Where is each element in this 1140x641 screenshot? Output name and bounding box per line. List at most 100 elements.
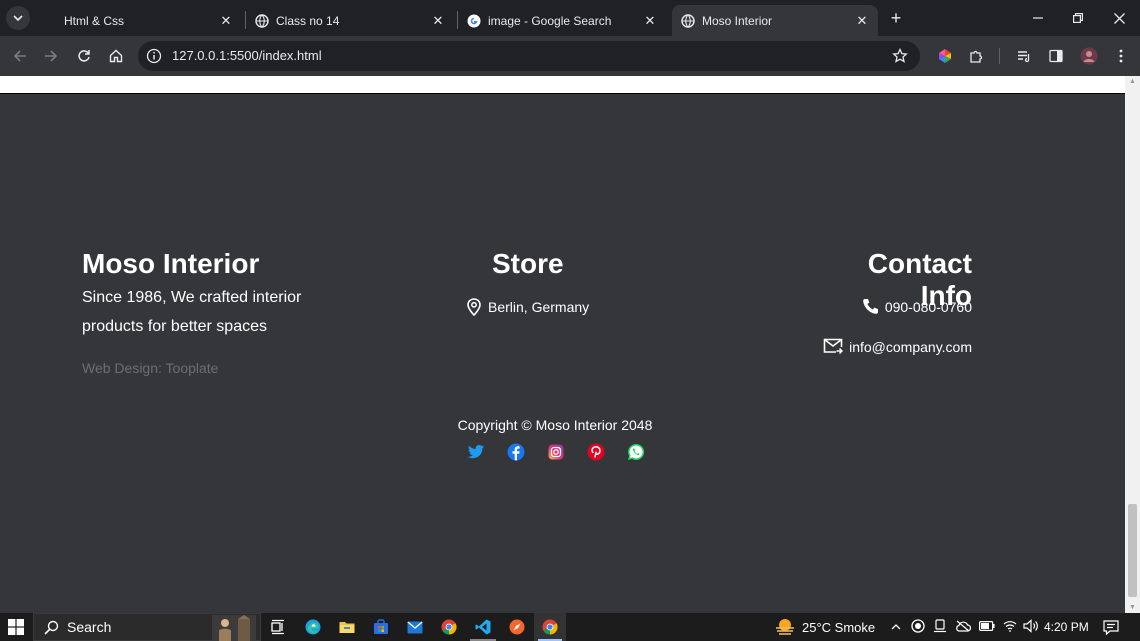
- arrow-right-icon: [45, 50, 58, 62]
- mail-icon: [823, 338, 844, 355]
- tab-divider: [457, 11, 458, 29]
- file-explorer-button[interactable]: [334, 613, 360, 641]
- tab-search-button[interactable]: [6, 6, 30, 30]
- phone-icon: [862, 299, 878, 314]
- tab-google-search[interactable]: image - Google Search ✕: [466, 5, 666, 36]
- start-button[interactable]: [0, 613, 32, 641]
- haze-sun-icon: [776, 619, 794, 635]
- chrome-icon: [542, 619, 558, 635]
- chevron-down-icon: [13, 15, 23, 22]
- meet-now-icon[interactable]: [933, 618, 947, 636]
- close-window-button[interactable]: [1099, 0, 1139, 36]
- new-tab-button[interactable]: +: [886, 8, 906, 28]
- mail-app-button[interactable]: [402, 613, 428, 641]
- close-icon[interactable]: ✕: [642, 13, 658, 29]
- vscode-button[interactable]: [470, 613, 496, 641]
- task-view-icon: [271, 619, 284, 635]
- tab-class-no-14[interactable]: Class no 14 ✕: [254, 5, 454, 36]
- contact-phone[interactable]: 090-080-0760: [862, 298, 972, 315]
- store-title: Store: [492, 248, 564, 279]
- minimize-button[interactable]: [1018, 0, 1058, 36]
- chevron-up-icon[interactable]: [889, 620, 903, 634]
- twitter-icon[interactable]: [466, 442, 486, 462]
- side-panel-button[interactable]: [1044, 44, 1068, 68]
- back-button[interactable]: [8, 44, 32, 68]
- forward-button[interactable]: [39, 44, 63, 68]
- volume-icon[interactable]: [1023, 618, 1039, 636]
- taskbar-search[interactable]: Search: [33, 613, 261, 641]
- tab-moso-interior[interactable]: Moso Interior ✕: [672, 5, 878, 36]
- clock-time: 4:20 PM: [1044, 620, 1089, 634]
- copyright-text: Copyright © Moso Interior 2048: [457, 417, 653, 433]
- page-content-edge: [0, 76, 1125, 94]
- phone-number[interactable]: 090-080-0760: [885, 299, 972, 315]
- store-button[interactable]: [368, 613, 394, 641]
- side-panel-icon: [1049, 49, 1063, 63]
- battery-icon[interactable]: [979, 620, 995, 634]
- whatsapp-icon[interactable]: [626, 442, 646, 462]
- chrome-active-button[interactable]: [534, 613, 566, 641]
- design-credit[interactable]: Web Design: Tooplate: [82, 360, 218, 376]
- reload-button[interactable]: [72, 44, 96, 68]
- media-queue-icon: [1018, 51, 1030, 63]
- globe-icon: [254, 13, 270, 29]
- close-icon: [1113, 12, 1125, 24]
- profile-button[interactable]: [1077, 44, 1101, 68]
- menu-button[interactable]: [1109, 44, 1133, 68]
- tab-title: image - Google Search: [488, 13, 612, 28]
- scroll-down-icon[interactable]: ▼: [1129, 604, 1136, 611]
- contact-email[interactable]: info@company.com: [823, 338, 972, 355]
- folder-icon: [339, 622, 355, 633]
- site-footer: Moso Interior Since 1986, We crafted int…: [0, 95, 1125, 613]
- address-bar[interactable]: 127.0.0.1:5500/index.html: [138, 41, 920, 71]
- close-icon[interactable]: ✕: [218, 13, 234, 29]
- close-icon[interactable]: ✕: [430, 13, 446, 29]
- instagram-icon[interactable]: [546, 442, 566, 462]
- task-view-button[interactable]: [266, 613, 290, 641]
- facebook-icon[interactable]: [506, 442, 526, 462]
- tab-title: Html & Css: [64, 13, 124, 28]
- color-extension-button[interactable]: [933, 44, 957, 68]
- app-button-orange[interactable]: [504, 613, 530, 641]
- avatar: [1080, 47, 1098, 65]
- arrow-left-icon: [13, 50, 26, 62]
- tab-divider: [245, 11, 246, 29]
- edge-button[interactable]: [300, 613, 326, 641]
- weather-widget[interactable]: 25°C Smoke: [774, 613, 875, 641]
- windows-logo-icon: [8, 619, 24, 635]
- color-wheel-icon: [939, 49, 951, 63]
- clock[interactable]: 4:20 PM: [1044, 613, 1089, 641]
- wifi-icon[interactable]: [1003, 620, 1017, 635]
- scroll-up-icon[interactable]: ▲: [1129, 78, 1136, 85]
- page-scrollbar[interactable]: ▲ ▼: [1125, 76, 1140, 613]
- puzzle-icon: [970, 50, 983, 63]
- edge-icon: [305, 619, 321, 635]
- brand-tagline: Since 1986, We crafted interior products…: [82, 289, 302, 335]
- scrollbar-thumb[interactable]: [1128, 504, 1137, 597]
- info-icon[interactable]: [146, 48, 162, 64]
- tab-strip: Html & Css ✕ Class no 14 ✕ image - Googl…: [0, 0, 1140, 36]
- email-address[interactable]: info@company.com: [849, 339, 972, 355]
- tab-title: Moso Interior: [702, 13, 773, 28]
- home-button[interactable]: [104, 44, 128, 68]
- close-icon[interactable]: ✕: [854, 13, 870, 29]
- notification-icon: [1103, 619, 1119, 635]
- cloud-offline-icon[interactable]: [955, 620, 972, 635]
- extensions-button[interactable]: [965, 44, 989, 68]
- pinterest-icon[interactable]: [586, 442, 606, 462]
- vscode-icon: [475, 619, 491, 635]
- system-tray: [889, 613, 1039, 641]
- restore-icon: [1073, 13, 1083, 23]
- chrome-taskbar-button[interactable]: [436, 613, 462, 641]
- restore-button[interactable]: [1058, 0, 1098, 36]
- notification-center-button[interactable]: [1100, 613, 1122, 641]
- brand-title: Moso Interior: [82, 248, 260, 279]
- tab-html-css[interactable]: Html & Css ✕: [42, 5, 242, 36]
- mail-app-icon: [407, 621, 423, 633]
- url-text[interactable]: 127.0.0.1:5500/index.html: [172, 48, 322, 63]
- record-icon[interactable]: [911, 618, 925, 636]
- reading-list-button[interactable]: [1012, 44, 1036, 68]
- bookmark-star-icon[interactable]: [892, 47, 908, 64]
- minimize-icon: [1033, 17, 1043, 19]
- store-location: Berlin, Germany: [466, 298, 589, 316]
